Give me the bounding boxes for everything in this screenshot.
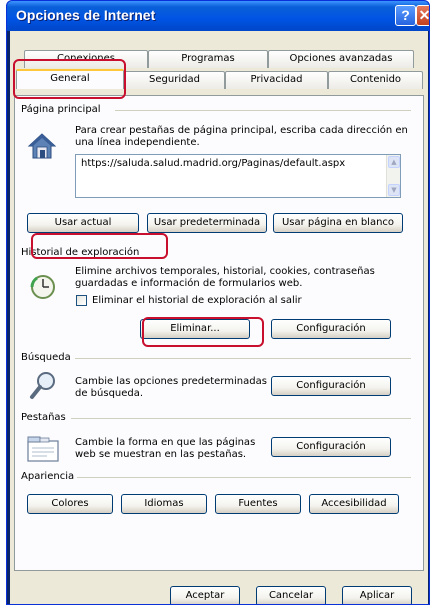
scroll-up-arrow-icon[interactable]: ▲ — [388, 156, 400, 168]
tabs-settings-button[interactable]: Configuración — [271, 437, 391, 457]
help-button[interactable]: ? — [395, 5, 416, 26]
house-icon — [27, 132, 57, 163]
title-bar[interactable]: Opciones de Internet ? ✕ — [7, 1, 429, 31]
delete-history-on-exit-label[interactable]: Eliminar el historial de exploración al … — [92, 295, 302, 307]
delete-history-on-exit-checkbox[interactable] — [76, 295, 87, 306]
appearance-group-title: Apariencia — [21, 471, 75, 482]
accessibility-button[interactable]: Accesibilidad — [309, 494, 399, 514]
tabs-description: Cambie la forma en que las páginas web s… — [75, 437, 256, 460]
divider — [115, 110, 411, 111]
magnifier-icon — [29, 370, 59, 403]
tab-contenido[interactable]: Contenido — [328, 71, 423, 89]
search-settings-button[interactable]: Configuración — [271, 376, 391, 396]
browsing-history-group-title: Historial de exploración — [21, 247, 140, 258]
home-page-url-textarea[interactable]: https://saluda.salud.madrid.org/Paginas/… — [75, 154, 401, 198]
fonts-button[interactable]: Fuentes — [215, 494, 301, 514]
url-scrollbar[interactable]: ▲ ▼ — [386, 155, 400, 197]
home-page-description: Para crear pestañas de página principal,… — [75, 125, 408, 148]
divider — [71, 418, 411, 419]
home-page-url: https://saluda.salud.madrid.org/Paginas/… — [81, 158, 346, 169]
use-blank-button[interactable]: Usar página en blanco — [273, 213, 403, 233]
home-page-group-title: Página principal — [21, 104, 101, 115]
use-current-button[interactable]: Usar actual — [27, 213, 139, 233]
tab-opciones-avanzadas[interactable]: Opciones avanzadas — [268, 50, 414, 68]
history-clock-icon — [29, 273, 57, 304]
internet-options-dialog: Opciones de Internet ? ✕ Conexiones Prog… — [6, 0, 430, 605]
tab-conexiones[interactable]: Conexiones — [24, 50, 148, 68]
ok-button[interactable]: Aceptar — [170, 586, 240, 604]
cancel-button[interactable]: Cancelar — [256, 586, 326, 604]
tabs-group-title: Pestañas — [21, 412, 66, 423]
close-button[interactable]: ✕ — [416, 5, 429, 26]
use-default-button[interactable]: Usar predeterminada — [147, 213, 267, 233]
tab-seguridad[interactable]: Seguridad — [124, 71, 225, 89]
window-title: Opciones de Internet — [16, 7, 156, 23]
general-tab-panel: Página principal Para crear pestañas de … — [14, 95, 424, 571]
delete-history-button[interactable]: Eliminar... — [140, 319, 250, 339]
colors-button[interactable]: Colores — [27, 494, 113, 514]
scroll-down-arrow-icon[interactable]: ▼ — [388, 184, 400, 196]
divider — [75, 358, 411, 359]
tab-programas[interactable]: Programas — [148, 50, 268, 68]
languages-button[interactable]: Idiomas — [121, 494, 207, 514]
browsing-history-description: Elimine archivos temporales, historial, … — [75, 266, 375, 289]
apply-button[interactable]: Aplicar — [342, 586, 412, 604]
history-settings-button[interactable]: Configuración — [271, 319, 391, 339]
tab-privacidad[interactable]: Privacidad — [225, 71, 328, 89]
search-description: Cambie las opciones predeterminadas de b… — [75, 376, 267, 399]
dialog-body: Conexiones Programas Opciones avanzadas … — [10, 31, 428, 604]
divider — [77, 477, 411, 478]
search-group-title: Búsqueda — [21, 352, 71, 363]
tabbed-window-icon — [27, 436, 59, 465]
tab-general[interactable]: General — [16, 69, 124, 89]
